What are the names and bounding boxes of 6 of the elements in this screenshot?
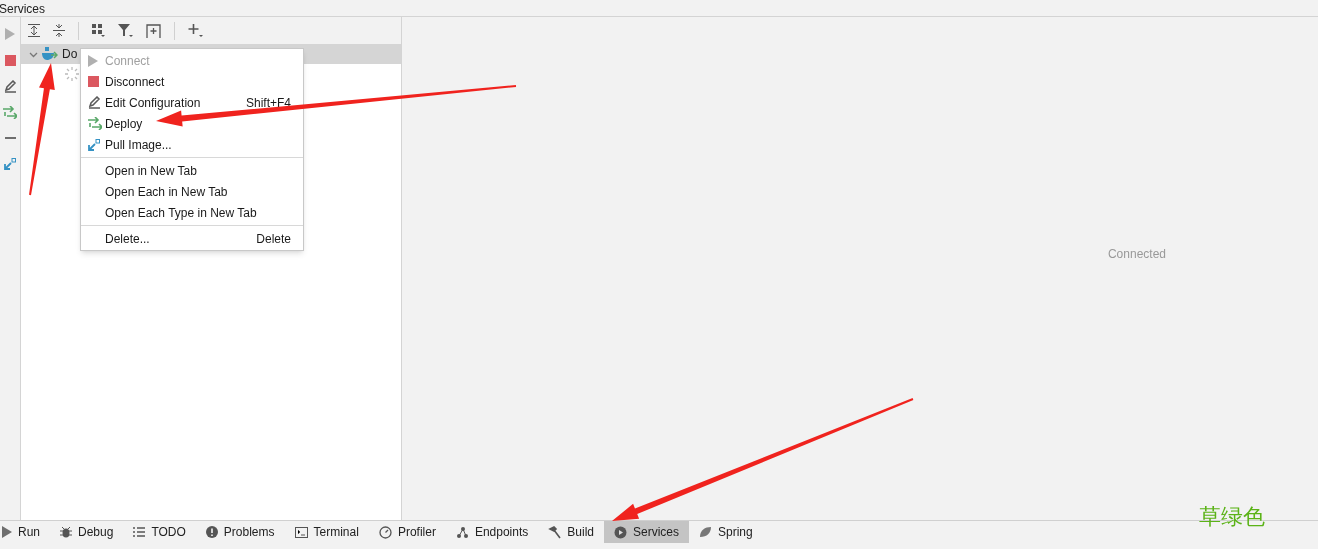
- shortcut-text: Delete: [256, 230, 291, 248]
- status-text: Connected: [1107, 245, 1166, 263]
- annotation-label: 草绿色: [1199, 503, 1265, 531]
- shortcut-text: Shift+F4: [245, 94, 291, 112]
- window-title: Services: [0, 2, 45, 16]
- tree-label: Do: [62, 46, 78, 63]
